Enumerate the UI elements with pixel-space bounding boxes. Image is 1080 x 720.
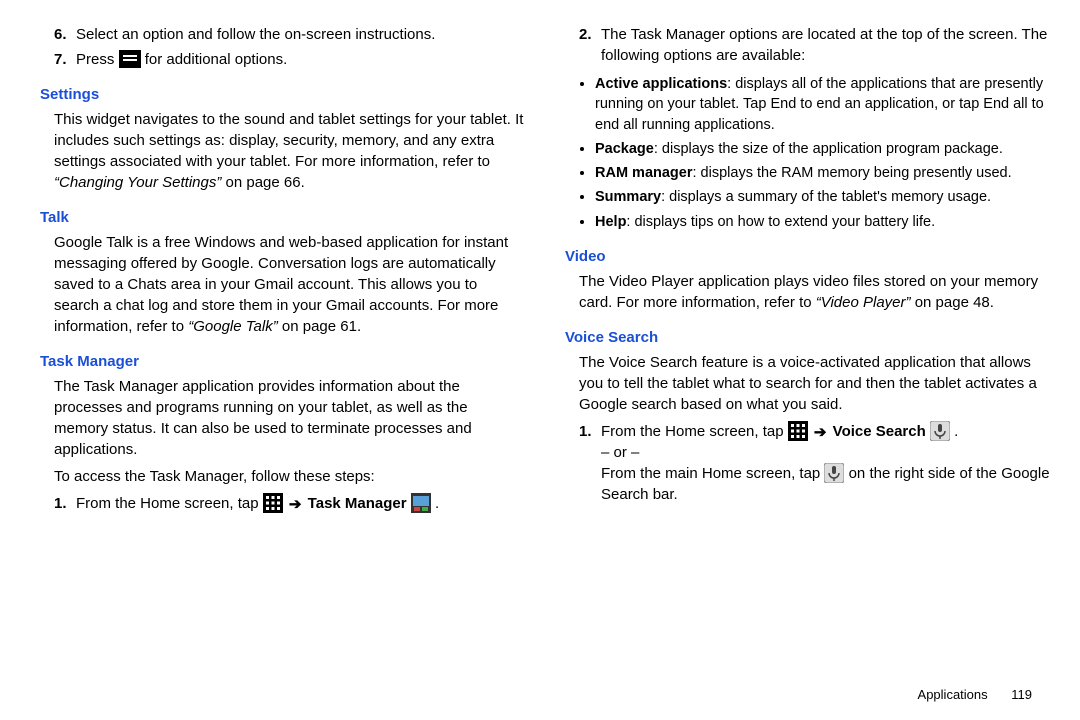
taskmgr-p1: The Task Manager application provides in… <box>54 376 525 460</box>
voice-step-1: 1. From the Home screen, tap ➔ Voice Sea… <box>579 421 1050 505</box>
opt-ram-manager: RAM manager: displays the RAM memory bei… <box>595 163 1050 183</box>
left-column: 6. Select an option and follow the on-sc… <box>40 20 525 710</box>
video-body: The Video Player application plays video… <box>579 271 1050 313</box>
opt-help: Help: displays tips on how to extend you… <box>595 212 1050 232</box>
talk-body: Google Talk is a free Windows and web-ba… <box>54 232 525 337</box>
step-text: The Task Manager options are located at … <box>601 24 1050 66</box>
step-6: 6. Select an option and follow the on-sc… <box>54 24 525 45</box>
ref-google-talk: “Google Talk” <box>188 318 282 335</box>
step-number: 6. <box>54 24 76 45</box>
taskmgr-steps: 1. From the Home screen, tap ➔ Task Mana… <box>54 493 525 514</box>
taskmgr-step-1: 1. From the Home screen, tap ➔ Task Mana… <box>54 493 525 514</box>
step-number: 1. <box>54 493 76 514</box>
heading-settings: Settings <box>40 84 525 105</box>
taskmgr-options-list: Active applications: displays all of the… <box>595 74 1050 232</box>
footer-section-label: Applications <box>918 687 988 702</box>
step-number: 2. <box>579 24 601 66</box>
ref-changing-settings: “Changing Your Settings” <box>54 174 226 191</box>
task-manager-label: Task Manager <box>308 495 407 512</box>
opt-summary: Summary: displays a summary of the table… <box>595 187 1050 207</box>
ref-video-player: “Video Player” <box>816 294 915 311</box>
heading-talk: Talk <box>40 207 525 228</box>
right-column: 2. The Task Manager options are located … <box>565 20 1050 710</box>
settings-body: This widget navigates to the sound and t… <box>54 109 525 193</box>
microphone-icon <box>930 421 950 441</box>
taskmgr-steps-cont: 2. The Task Manager options are located … <box>579 24 1050 66</box>
arrow-icon: ➔ <box>287 494 304 515</box>
step-number: 7. <box>54 49 76 70</box>
taskmgr-p2: To access the Task Manager, follow these… <box>54 466 525 487</box>
voice-search-label: Voice Search <box>833 423 926 440</box>
apps-grid-icon <box>788 421 808 441</box>
opt-package: Package: displays the size of the applic… <box>595 139 1050 159</box>
page-number: 119 <box>1011 687 1032 702</box>
step-text: Select an option and follow the on-scree… <box>76 24 525 45</box>
heading-task-manager: Task Manager <box>40 351 525 372</box>
voice-search-p1: The Voice Search feature is a voice-acti… <box>579 352 1050 415</box>
step-number: 1. <box>579 421 601 505</box>
microphone-icon <box>824 463 844 483</box>
apps-grid-icon <box>263 493 283 513</box>
task-manager-icon <box>411 493 431 513</box>
intro-steps: 6. Select an option and follow the on-sc… <box>54 24 525 70</box>
step-text: From the Home screen, tap ➔ Task Manager <box>76 493 525 514</box>
heading-voice-search: Voice Search <box>565 327 1050 348</box>
step-text: Press for additional options. <box>76 49 525 70</box>
or-separator: – or – <box>601 444 639 461</box>
step-7: 7. Press for additional options. <box>54 49 525 70</box>
page-footer: Applications 119 <box>918 686 1032 704</box>
opt-active-applications: Active applications: displays all of the… <box>595 74 1050 135</box>
heading-video: Video <box>565 246 1050 267</box>
step-text: From the Home screen, tap ➔ Voice Search <box>601 421 1050 505</box>
arrow-icon: ➔ <box>812 422 829 443</box>
voice-search-steps: 1. From the Home screen, tap ➔ Voice Sea… <box>579 421 1050 505</box>
taskmgr-step-2: 2. The Task Manager options are located … <box>579 24 1050 66</box>
page: 6. Select an option and follow the on-sc… <box>0 0 1080 720</box>
menu-icon <box>119 50 141 68</box>
